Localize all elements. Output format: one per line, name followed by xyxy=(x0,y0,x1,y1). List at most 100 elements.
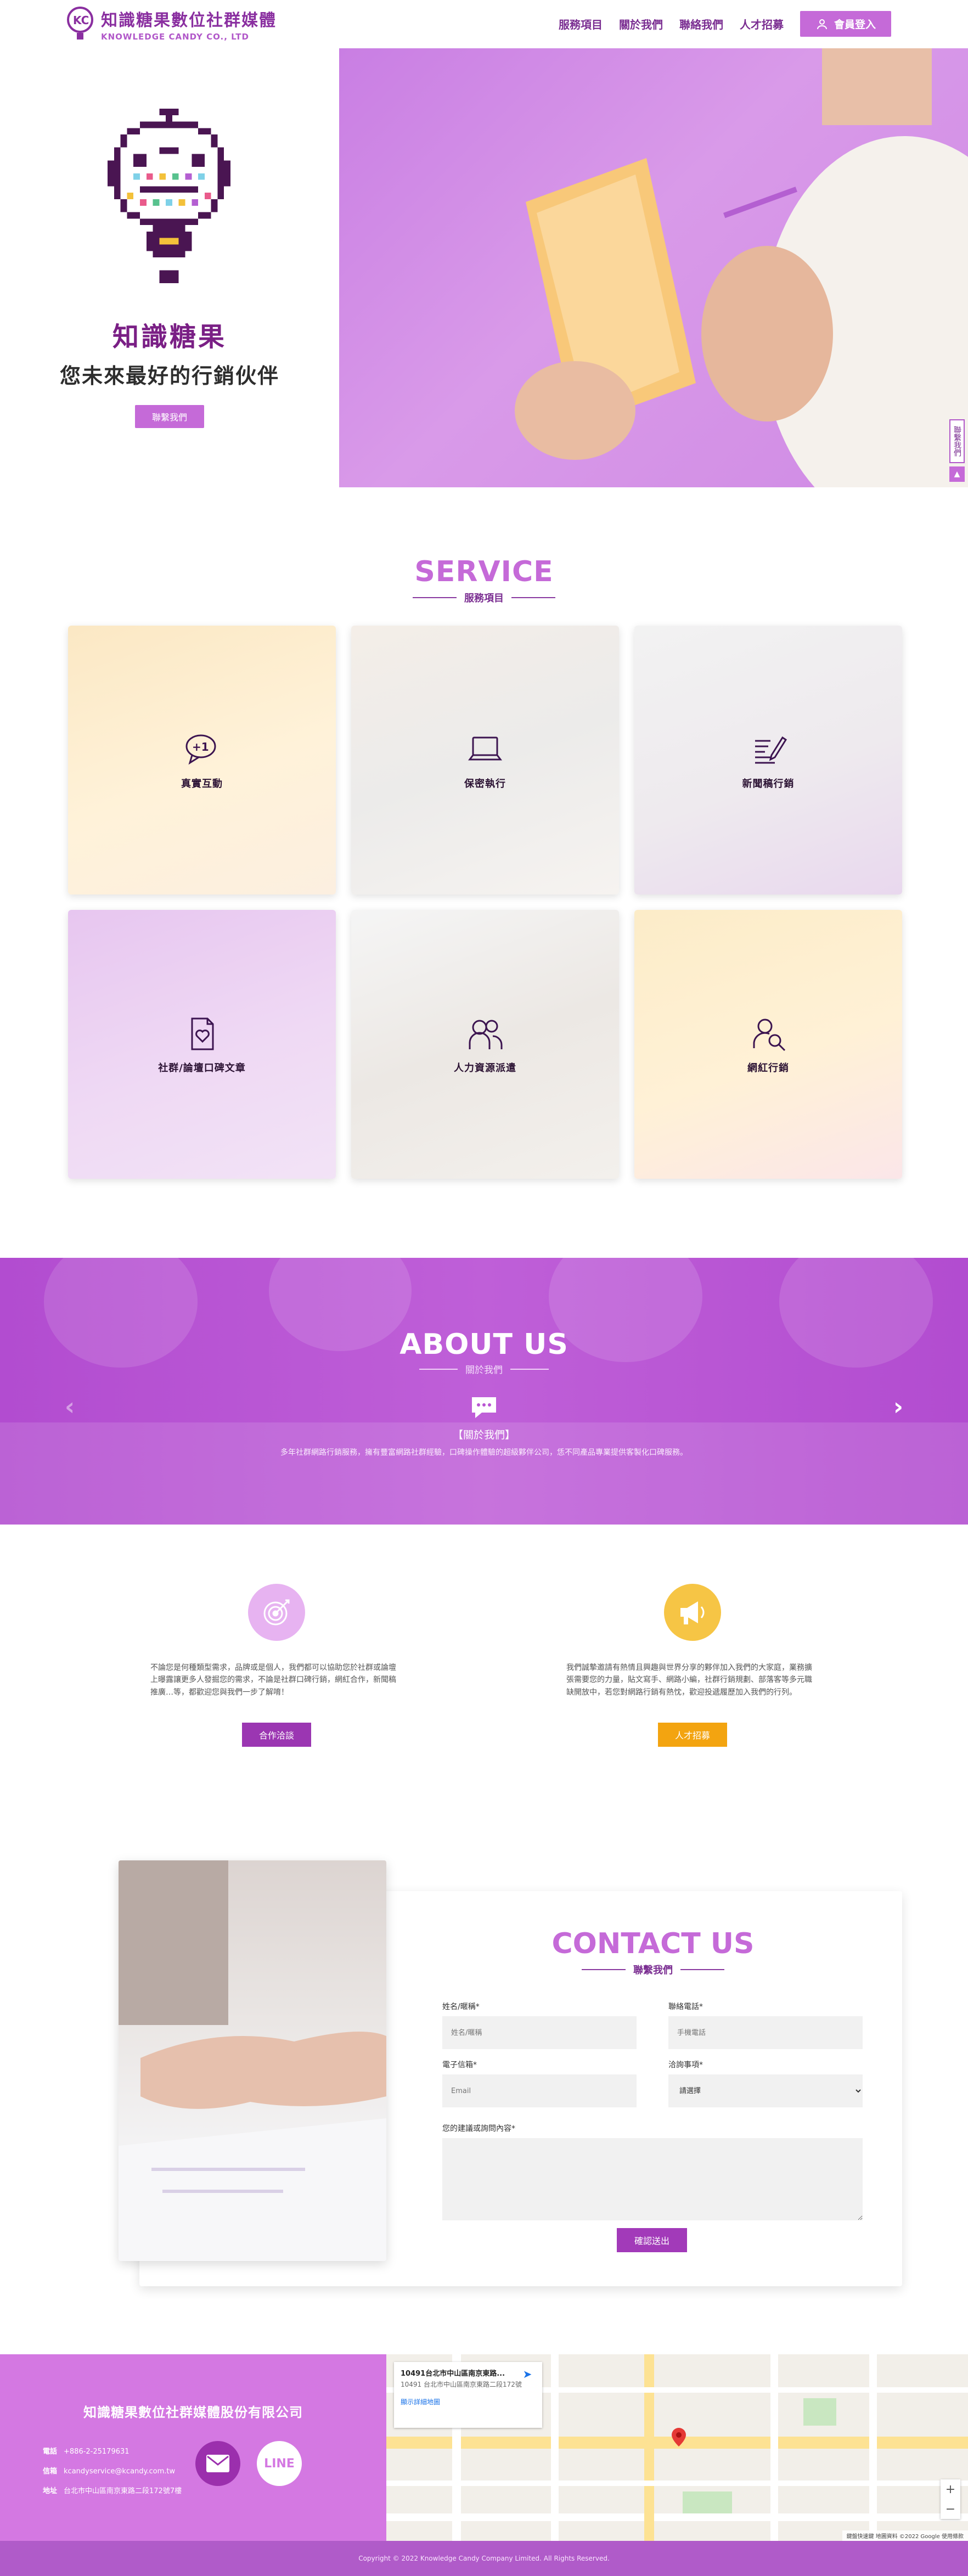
envelope-icon xyxy=(206,2455,229,2472)
handshake-image xyxy=(119,1860,386,2261)
carousel-next-button[interactable]: › xyxy=(893,1393,903,1421)
address-text: 台北市中山區南京東路二段172號7樓 xyxy=(64,2487,182,2495)
copyright-bar: Copyright © 2022 Knowledge Candy Company… xyxy=(0,2541,968,2576)
email-field-group: 電子信箱* xyxy=(442,2059,637,2107)
contact-heading: CONTACT US 聯繫我們 xyxy=(440,1927,866,1977)
contact-info: 電話 +886-2-25179631 信箱 kcandyservice@kcandy… xyxy=(43,2442,182,2501)
service-card-influencer[interactable]: 網紅行銷 xyxy=(634,910,902,1179)
about-title-cn: 關於我們 xyxy=(0,1362,968,1376)
user-icon xyxy=(817,19,827,29)
name-input[interactable] xyxy=(442,2016,637,2049)
back-to-top-button[interactable]: ▲ xyxy=(949,466,965,482)
pixel-candy-logo-icon xyxy=(108,109,230,284)
people-icon xyxy=(469,1020,503,1049)
member-login-button[interactable]: 會員登入 xyxy=(800,11,891,37)
hero-image xyxy=(339,48,968,487)
message-field-group: 您的建議或詢問內容* xyxy=(442,2123,863,2223)
service-title-cn: 服務項目 xyxy=(0,590,968,605)
company-name: 知識糖果數位社群媒體股份有限公司 xyxy=(83,2405,303,2420)
nav-careers[interactable]: 人才招募 xyxy=(740,16,784,32)
hero-intro: 知識糖果 您未來最好的行銷伙伴 聯繫我們 xyxy=(0,48,339,487)
service-card-hr-dispatch[interactable]: 人力資源派遣 xyxy=(351,910,619,1179)
about-description: 多年社群網路行銷服務，擁有豐富網路社群經驗，口碑操作體驗的超級夥伴公司，恁不同產… xyxy=(280,1448,688,1457)
laptop-icon xyxy=(468,736,502,761)
map-place-card: 10491台北市中山區南京東路... 10491 台北市中山區南京東路二段172… xyxy=(394,2362,542,2428)
inquiry-field-group: 洽詢事項* 請選擇 xyxy=(668,2059,863,2107)
site-footer: 知識糖果數位社群媒體股份有限公司 電話 +886-2-25179631 信箱 kca… xyxy=(0,2354,968,2576)
email-label: 信箱 xyxy=(43,2467,58,2476)
partner-text: 不論您是何種類型需求，品牌或是個人，我們都可以協助您於社群或論壇上曝露讓更多人發… xyxy=(150,1663,396,1697)
line-social-button[interactable]: LINE xyxy=(257,2441,302,2486)
nav-services[interactable]: 服務項目 xyxy=(559,16,603,32)
nav-about[interactable]: 關於我們 xyxy=(619,16,663,32)
service-label: 網紅行銷 xyxy=(747,1062,789,1074)
contact-title-en: CONTACT US xyxy=(551,1927,755,1960)
map-place-title: 10491台北市中山區南京東路... xyxy=(401,2370,505,2378)
service-card-confidential[interactable]: 保密執行 xyxy=(351,626,619,895)
service-card-press-release[interactable]: 新聞稿行銷 xyxy=(634,626,902,895)
zoom-out-button[interactable]: − xyxy=(941,2499,960,2519)
inquiry-label: 洽詢事項* xyxy=(668,2061,703,2069)
site-logo[interactable]: KC 知識糖果數位社群媒體 KNOWLEDGE CANDY CO., LTD xyxy=(66,5,277,43)
megaphone-icon-circle xyxy=(664,1584,721,1641)
about-title-en: ABOUT US xyxy=(399,1328,569,1361)
submit-button[interactable]: 確認送出 xyxy=(617,2228,687,2252)
address-label: 地址 xyxy=(43,2487,58,2495)
map-zoom-controls: + − xyxy=(941,2479,960,2519)
email-social-button[interactable] xyxy=(195,2441,240,2486)
side-contact-tab[interactable]: 聯繫我們 xyxy=(949,419,965,463)
service-label: 新聞稿行銷 xyxy=(742,778,795,790)
partner-cta: 不論您是何種類型需求，品牌或是個人，我們都可以協助您於社群或論壇上曝露讓更多人發… xyxy=(150,1584,403,1747)
service-label: 真實互動 xyxy=(181,778,223,790)
megaphone-icon xyxy=(680,1601,705,1624)
service-label: 人力資源派遣 xyxy=(454,1062,516,1074)
nav-contact[interactable]: 聯絡我們 xyxy=(679,16,723,32)
woman-with-notebook-illustration xyxy=(515,48,968,487)
phone-input[interactable] xyxy=(668,2016,863,2049)
chat-plus-one-icon: +1 xyxy=(185,734,216,765)
candy-logo-icon: KC xyxy=(67,7,93,40)
google-map[interactable]: 10491台北市中山區南京東路... 10491 台北市中山區南京東路二段172… xyxy=(386,2354,968,2541)
service-heading: SERVICE 服務項目 xyxy=(0,555,968,605)
svg-text:+1: +1 xyxy=(192,740,209,753)
service-grid: +1 真實互動 保密執行 新聞稿行銷 社群/論壇口碑文章 人力資源派遣 網紅行銷 xyxy=(68,626,902,1179)
hero-subtitle: 您未來最好的行銷伙伴 xyxy=(59,364,279,388)
target-icon-circle xyxy=(248,1584,305,1641)
name-label: 姓名/暱稱* xyxy=(442,2003,480,2011)
service-title-en: SERVICE xyxy=(414,555,554,588)
service-label: 社群/論壇口碑文章 xyxy=(158,1062,246,1074)
about-banner: ABOUT US 關於我們 【關於我們】 多年社群網路行銷服務，擁有豐富網路社群… xyxy=(0,1258,968,1525)
phone-label: 聯絡電話* xyxy=(668,2003,703,2011)
email-address: kcandyservice@kcandy.com.tw xyxy=(64,2467,176,2476)
svg-text:KC: KC xyxy=(73,14,89,27)
inquiry-select[interactable]: 請選擇 xyxy=(668,2074,863,2107)
partner-button[interactable]: 合作洽談 xyxy=(242,1723,311,1747)
hero-contact-button[interactable]: 聯繫我們 xyxy=(135,405,204,428)
name-field-group: 姓名/暱稱* xyxy=(442,2001,637,2049)
message-label: 您的建議或詢問內容* xyxy=(442,2124,515,2133)
message-textarea[interactable] xyxy=(442,2138,863,2220)
main-nav: 服務項目 關於我們 聯絡我們 人才招募 會員登入 xyxy=(559,11,891,37)
map-larger-link[interactable]: 顯示詳細地圖 xyxy=(401,2397,536,2406)
carousel-prev-button[interactable]: ‹ xyxy=(65,1393,75,1421)
member-login-label: 會員登入 xyxy=(834,19,876,31)
heart-document-icon xyxy=(191,1017,214,1050)
service-label: 保密執行 xyxy=(464,778,506,790)
directions-icon[interactable]: ➤ xyxy=(519,2367,536,2384)
service-card-community-articles[interactable]: 社群/論壇口碑文章 xyxy=(68,910,336,1179)
influencer-search-icon xyxy=(753,1019,786,1051)
phone-field-group: 聯絡電話* xyxy=(668,2001,863,2049)
email-input[interactable] xyxy=(442,2074,637,2107)
recruit-button[interactable]: 人才招募 xyxy=(658,1723,727,1747)
map-place-address: 10491 台北市中山區南京東路二段172號 xyxy=(401,2381,522,2388)
map-attribution: 鍵盤快速鍵 地圖資料 ©2022 Google 使用條款 xyxy=(842,2530,968,2541)
zoom-in-button[interactable]: + xyxy=(941,2479,960,2499)
document-pen-icon xyxy=(755,736,787,764)
service-card-interaction[interactable]: +1 真實互動 xyxy=(68,626,336,895)
recruit-cta: 我們誠摯邀請有熱情且興趣與世界分享的夥伴加入我們的大家庭，業務擴張需要您的力量，… xyxy=(566,1584,819,1747)
footer-info: 知識糖果數位社群媒體股份有限公司 電話 +886-2-25179631 信箱 kca… xyxy=(0,2354,386,2541)
recruit-text: 我們誠摯邀請有熱情且興趣與世界分享的夥伴加入我們的大家庭，業務擴張需要您的力量，… xyxy=(566,1663,812,1697)
people-background-illustration xyxy=(0,1258,968,1525)
site-header: KC 知識糖果數位社群媒體 KNOWLEDGE CANDY CO., LTD 服… xyxy=(0,0,968,48)
target-icon xyxy=(263,1599,290,1626)
